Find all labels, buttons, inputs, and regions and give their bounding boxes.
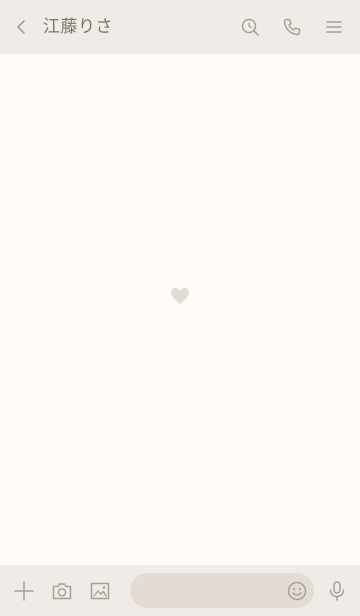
call-button[interactable] (280, 15, 304, 39)
heart-icon (170, 287, 190, 305)
chat-area[interactable] (0, 54, 360, 565)
microphone-icon (325, 579, 349, 603)
emoji-button[interactable] (285, 579, 309, 603)
search-button[interactable] (238, 15, 262, 39)
chat-title: 江藤りさ (43, 17, 113, 37)
camera-icon (50, 579, 74, 603)
add-button[interactable] (12, 579, 36, 603)
menu-button[interactable] (322, 15, 346, 39)
image-icon (88, 579, 112, 603)
menu-icon (322, 15, 346, 39)
voice-button[interactable] (325, 579, 349, 603)
chat-header: 江藤りさ (0, 0, 360, 54)
message-bar (0, 565, 360, 616)
chat-screen: 江藤りさ (0, 0, 360, 616)
plus-icon (12, 579, 36, 603)
phone-icon (280, 15, 304, 39)
chevron-left-icon (10, 15, 34, 39)
emoji-icon (285, 579, 309, 603)
photo-button[interactable] (88, 579, 112, 603)
back-button[interactable] (10, 15, 34, 39)
search-icon (238, 15, 262, 39)
camera-button[interactable] (50, 579, 74, 603)
